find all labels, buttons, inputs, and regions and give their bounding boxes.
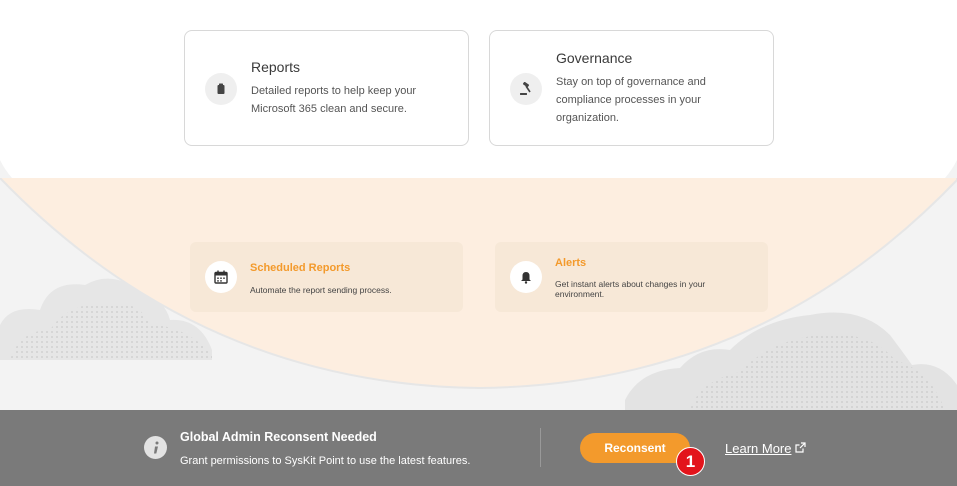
alerts-feature[interactable]: Alerts Get instant alerts about changes … xyxy=(495,242,768,312)
learn-more-link[interactable]: Learn More xyxy=(725,441,807,456)
background-graphic xyxy=(0,0,957,410)
governance-card[interactable]: Governance Stay on top of governance and… xyxy=(489,30,774,146)
alerts-title: Alerts xyxy=(555,257,587,269)
calendar-icon xyxy=(205,261,237,293)
learn-more-label: Learn More xyxy=(725,441,792,456)
background xyxy=(0,0,957,410)
info-icon xyxy=(144,436,167,459)
alerts-description: Get instant alerts about changes in your… xyxy=(555,279,706,299)
scheduled-reports-description: Automate the report sending process. xyxy=(250,285,392,295)
bell-icon xyxy=(510,261,542,293)
reports-title: Reports xyxy=(251,59,301,75)
clipboard-icon xyxy=(205,73,237,105)
banner-title: Global Admin Reconsent Needed xyxy=(180,430,377,444)
external-link-icon xyxy=(795,441,807,456)
governance-description: Stay on top of governance and compliance… xyxy=(556,76,706,124)
governance-title: Governance xyxy=(556,50,633,66)
reports-description: Detailed reports to help keep your Micro… xyxy=(251,85,417,115)
gavel-icon xyxy=(510,73,542,105)
reconsent-banner: Global Admin Reconsent Needed Grant perm… xyxy=(0,410,957,486)
reconsent-button[interactable]: Reconsent xyxy=(580,433,690,463)
scheduled-reports-title: Scheduled Reports xyxy=(250,262,351,274)
scheduled-reports-feature[interactable]: Scheduled Reports Automate the report se… xyxy=(190,242,463,312)
reports-card[interactable]: Reports Detailed reports to help keep yo… xyxy=(184,30,469,146)
divider xyxy=(540,428,541,467)
banner-subtitle: Grant permissions to SysKit Point to use… xyxy=(180,455,471,467)
notification-badge: 1 xyxy=(676,447,705,476)
